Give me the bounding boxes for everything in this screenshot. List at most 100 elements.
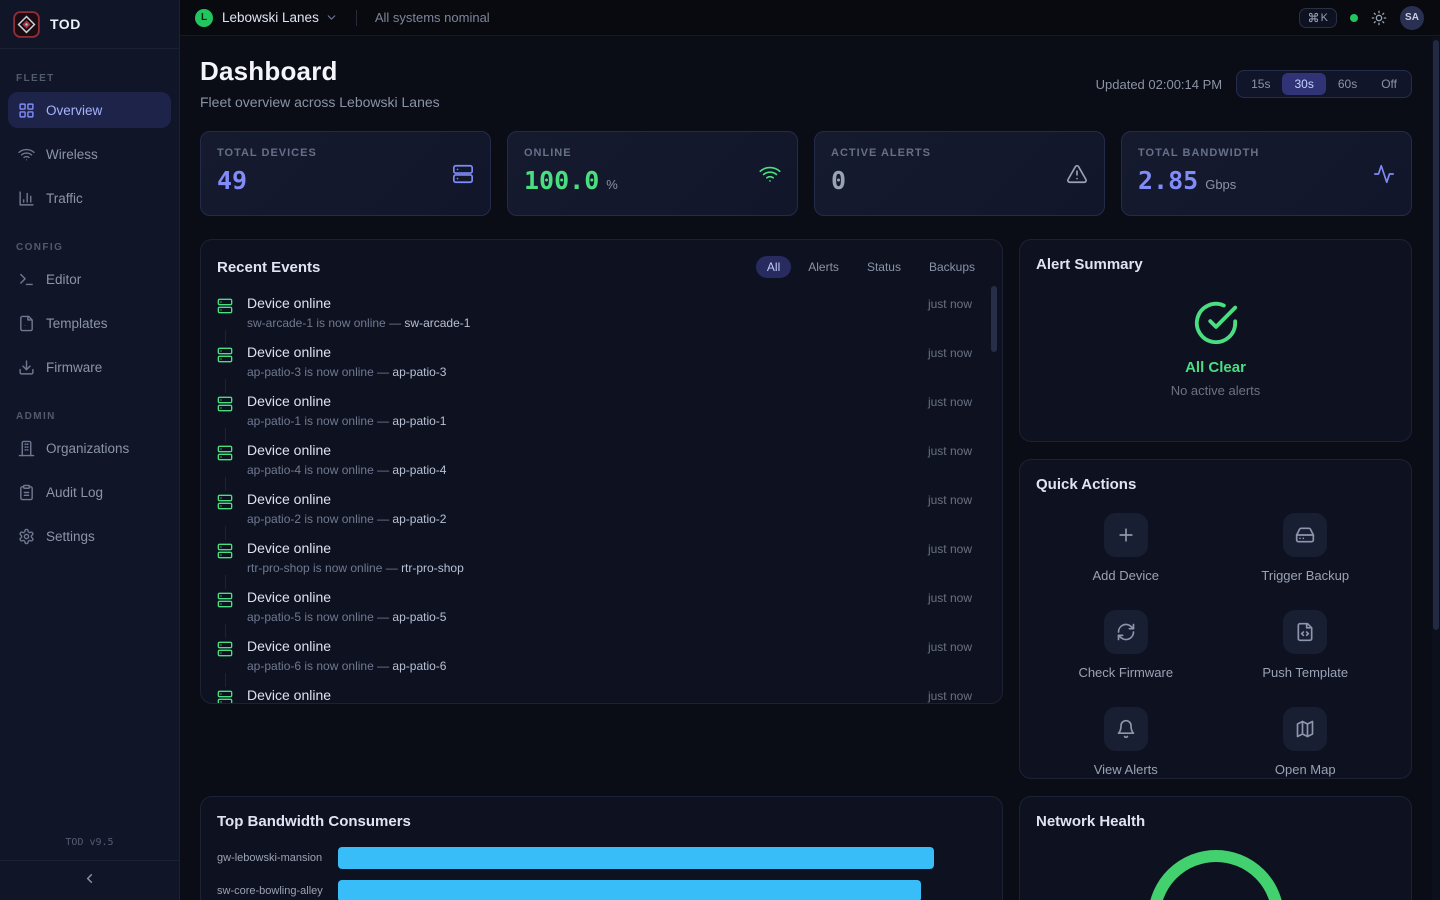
event-description: ap-patio-1 is now online — ap-patio-1 (247, 414, 446, 428)
org-avatar: L (195, 9, 213, 27)
stat-value: 100.0 (524, 166, 599, 195)
alert-summary-title: Alert Summary (1036, 256, 1395, 273)
event-row: Device onlinertr-pro-shop is now online … (217, 533, 986, 582)
sidebar-item-label: Audit Log (46, 485, 103, 500)
add-device-button[interactable]: Add Device (1093, 513, 1159, 583)
event-description: ap-patio-4 is now online — ap-patio-4 (247, 463, 446, 477)
system-status-text: All systems nominal (375, 10, 490, 25)
check-firmware-button[interactable]: Check Firmware (1078, 610, 1173, 680)
event-row: Device online ap-patio-1 is now online — … (217, 386, 986, 435)
event-title: Device online (247, 491, 446, 507)
sidebar-item-templates[interactable]: Templates (8, 305, 171, 341)
sidebar-item-organizations[interactable]: Organizations (8, 430, 171, 466)
event-title: Device online (247, 344, 446, 360)
stat-value: 49 (217, 166, 247, 195)
event-timestamp: just now (928, 589, 986, 624)
main-area: L Lebowski Lanes All systems nominal K (180, 0, 1440, 900)
chevron-left-icon (82, 871, 97, 886)
sidebar-item-label: Wireless (46, 147, 98, 162)
server-icon (217, 589, 233, 624)
open-map-button[interactable]: Open Map (1275, 707, 1336, 777)
sidebar-item-label: Traffic (46, 191, 83, 206)
light-mode-toggle[interactable] (1371, 10, 1387, 26)
refresh-option-15s[interactable]: 15s (1239, 73, 1282, 95)
sidebar: TOD Fleet Overview Wireless Traffi (0, 0, 180, 900)
chevron-down-icon[interactable] (325, 11, 338, 24)
refresh-option-60s[interactable]: 60s (1326, 73, 1369, 95)
events-scrollbar-thumb[interactable] (991, 286, 997, 352)
server-icon (452, 163, 474, 185)
event-timestamp: just now (928, 393, 986, 428)
events-tab-backups[interactable]: Backups (918, 256, 986, 278)
event-row: Device online ap-patio-6 is now online — … (217, 631, 986, 680)
event-title: Device online (247, 687, 331, 703)
sidebar-item-firmware[interactable]: Firmware (8, 349, 171, 385)
sidebar-nav: Fleet Overview Wireless Traffic Confi (0, 49, 179, 562)
event-timestamp: just now (928, 344, 986, 379)
sidebar-item-label: Overview (46, 103, 102, 118)
stat-value: 0 (831, 166, 846, 195)
sidebar-collapse-button[interactable] (0, 860, 179, 900)
sidebar-item-settings[interactable]: Settings (8, 518, 171, 554)
updated-timestamp: Updated 02:00:14 PM (1096, 77, 1222, 92)
event-timestamp: just now (928, 687, 986, 704)
user-avatar[interactable]: SA (1400, 6, 1424, 30)
org-switcher[interactable]: Lebowski Lanes (222, 10, 319, 25)
stat-label: Total Devices (217, 147, 474, 159)
network-health-gauge: 100 (1036, 843, 1395, 900)
plus-icon (1104, 513, 1148, 557)
page-scrollbar-thumb[interactable] (1433, 40, 1439, 630)
sidebar-item-audit-log[interactable]: Audit Log (8, 474, 171, 510)
sidebar-item-wireless[interactable]: Wireless (8, 136, 171, 172)
app-logo-icon (13, 11, 40, 38)
events-tab-alerts[interactable]: Alerts (797, 256, 850, 278)
bell-icon (1104, 707, 1148, 751)
event-timestamp: just now (928, 295, 986, 330)
event-row: Device onlineap-patio-3 is now online — … (217, 337, 986, 386)
event-description: sw-arcade-1 is now online — sw-arcade-1 (247, 316, 470, 330)
topbar: L Lebowski Lanes All systems nominal K (180, 0, 1440, 36)
activity-icon (1373, 163, 1395, 185)
nav-section-admin: Admin (8, 393, 171, 430)
event-timestamp: just now (928, 491, 986, 526)
page-scrollbar[interactable] (1432, 37, 1440, 900)
event-title: Device online (247, 295, 470, 311)
events-tab-all[interactable]: All (756, 256, 791, 278)
view-alerts-button[interactable]: View Alerts (1094, 707, 1158, 777)
sidebar-footer: TOD v9.5 (0, 828, 179, 900)
dashboard-content: Dashboard Fleet overview across Lebowski… (180, 36, 1440, 900)
sun-icon (1371, 10, 1387, 26)
refresh-option-off[interactable]: Off (1369, 73, 1409, 95)
server-icon (217, 540, 233, 575)
event-description: ap-patio-2 is now online — ap-patio-2 (247, 512, 446, 526)
sidebar-item-overview[interactable]: Overview (8, 92, 171, 128)
sidebar-item-traffic[interactable]: Traffic (8, 180, 171, 216)
stat-card-active-alerts: Active Alerts 0 (814, 131, 1105, 216)
hard-drive-icon (1283, 513, 1327, 557)
sidebar-item-editor[interactable]: Editor (8, 261, 171, 297)
push-template-button[interactable]: Push Template (1262, 610, 1348, 680)
event-title: Device online (247, 540, 464, 556)
check-circle-icon (1193, 300, 1239, 346)
event-row: Device online ap-patio-2 is now online — … (217, 484, 986, 533)
file-icon (18, 315, 35, 332)
stat-label: Total Bandwidth (1138, 147, 1395, 159)
trigger-backup-button[interactable]: Trigger Backup (1261, 513, 1349, 583)
event-title: Device online (247, 638, 446, 654)
server-icon (217, 344, 233, 379)
sidebar-item-label: Editor (46, 272, 81, 287)
stats-row: Total Devices 49 Online 100.0 % (200, 131, 1412, 216)
file-code-icon (1283, 610, 1327, 654)
event-description: ap-patio-5 is now online — ap-patio-5 (247, 610, 446, 624)
wifi-icon (759, 163, 781, 185)
events-tab-status[interactable]: Status (856, 256, 912, 278)
wifi-icon (18, 146, 35, 163)
refresh-option-30s[interactable]: 30s (1282, 73, 1325, 95)
gear-icon (18, 528, 35, 545)
command-palette-button[interactable]: K (1299, 8, 1337, 28)
event-title: Device online (247, 393, 446, 409)
event-description: ap-patio-6 is now online — ap-patio-6 (247, 659, 446, 673)
stat-card-total-bandwidth: Total Bandwidth 2.85 Gbps (1121, 131, 1412, 216)
sidebar-item-label: Settings (46, 529, 95, 544)
bandwidth-bar (338, 880, 921, 900)
